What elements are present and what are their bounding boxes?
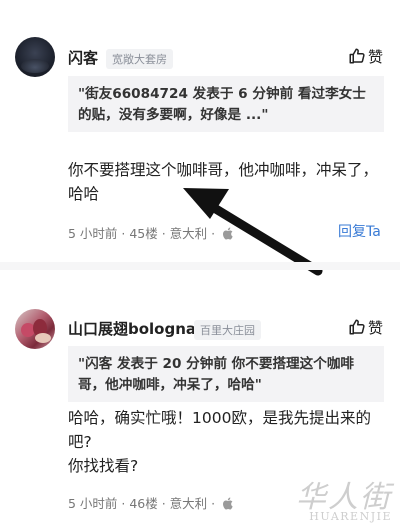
- like-label: 赞: [368, 48, 384, 66]
- username[interactable]: 闪客: [68, 47, 98, 68]
- user-tag: 百里大庄园: [194, 320, 261, 340]
- apple-icon: [223, 227, 233, 240]
- content-line: 你不要搭理这个咖啡哥，他冲咖啡，冲呆了，: [68, 161, 379, 179]
- quoted-reply[interactable]: "街友66084724 发表于 6 分钟前 看过李女士的贴，没有多要啊，好像是 …: [68, 76, 384, 132]
- section-divider: [0, 262, 400, 270]
- meta-text: 5 小时前 · 45楼 · 意大利 ·: [68, 226, 220, 241]
- comment-content: 你不要搭理这个咖啡哥，他冲咖啡，冲呆了， 哈哈: [68, 158, 390, 206]
- quoted-reply[interactable]: "闪客 发表于 20 分钟前 你不要搭理这个咖啡哥，他冲咖啡，冲呆了，哈哈": [68, 346, 384, 402]
- like-button[interactable]: 赞: [348, 317, 383, 338]
- comment-meta: 5 小时前 · 45楼 · 意大利 ·: [68, 223, 233, 242]
- comment-meta: 5 小时前 · 46楼 · 意大利 ·: [68, 493, 233, 512]
- thumbs-up-icon: [349, 48, 365, 64]
- meta-text: 5 小时前 · 46楼 · 意大利 ·: [68, 496, 220, 511]
- like-label: 赞: [368, 319, 384, 337]
- thumbs-up-icon: [349, 319, 365, 335]
- quote-text: "闪客 发表于 20 分钟前 你不要搭理这个咖啡哥，他冲咖啡，冲呆了，哈哈": [78, 356, 355, 393]
- user-tag: 宽敞大套房: [106, 49, 173, 69]
- comment-45: 闪客 宽敞大套房 赞 "街友66084724 发表于 6 分钟前 看过李女士的贴…: [0, 0, 400, 262]
- content-line: 哈哈，确实忙哦！1000欧，是我先提出来的: [68, 409, 371, 427]
- watermark-logo: 华人街 HUARENJIE: [296, 472, 392, 523]
- watermark-en: HUARENJIE: [309, 510, 392, 523]
- content-line: 哈哈: [68, 185, 100, 203]
- comment-content: 哈哈，确实忙哦！1000欧，是我先提出来的 吧? 你找找看?: [68, 406, 390, 478]
- like-button[interactable]: 赞: [348, 46, 383, 67]
- content-line: 吧?: [68, 433, 92, 451]
- reply-button[interactable]: 回复Ta: [338, 221, 381, 241]
- username[interactable]: 山口展翅bologna: [68, 318, 196, 339]
- avatar[interactable]: [15, 309, 55, 349]
- quote-text: "街友66084724 发表于 6 分钟前 看过李女士的贴，没有多要啊，好像是 …: [78, 86, 366, 123]
- avatar[interactable]: [15, 37, 55, 77]
- apple-icon: [223, 497, 233, 510]
